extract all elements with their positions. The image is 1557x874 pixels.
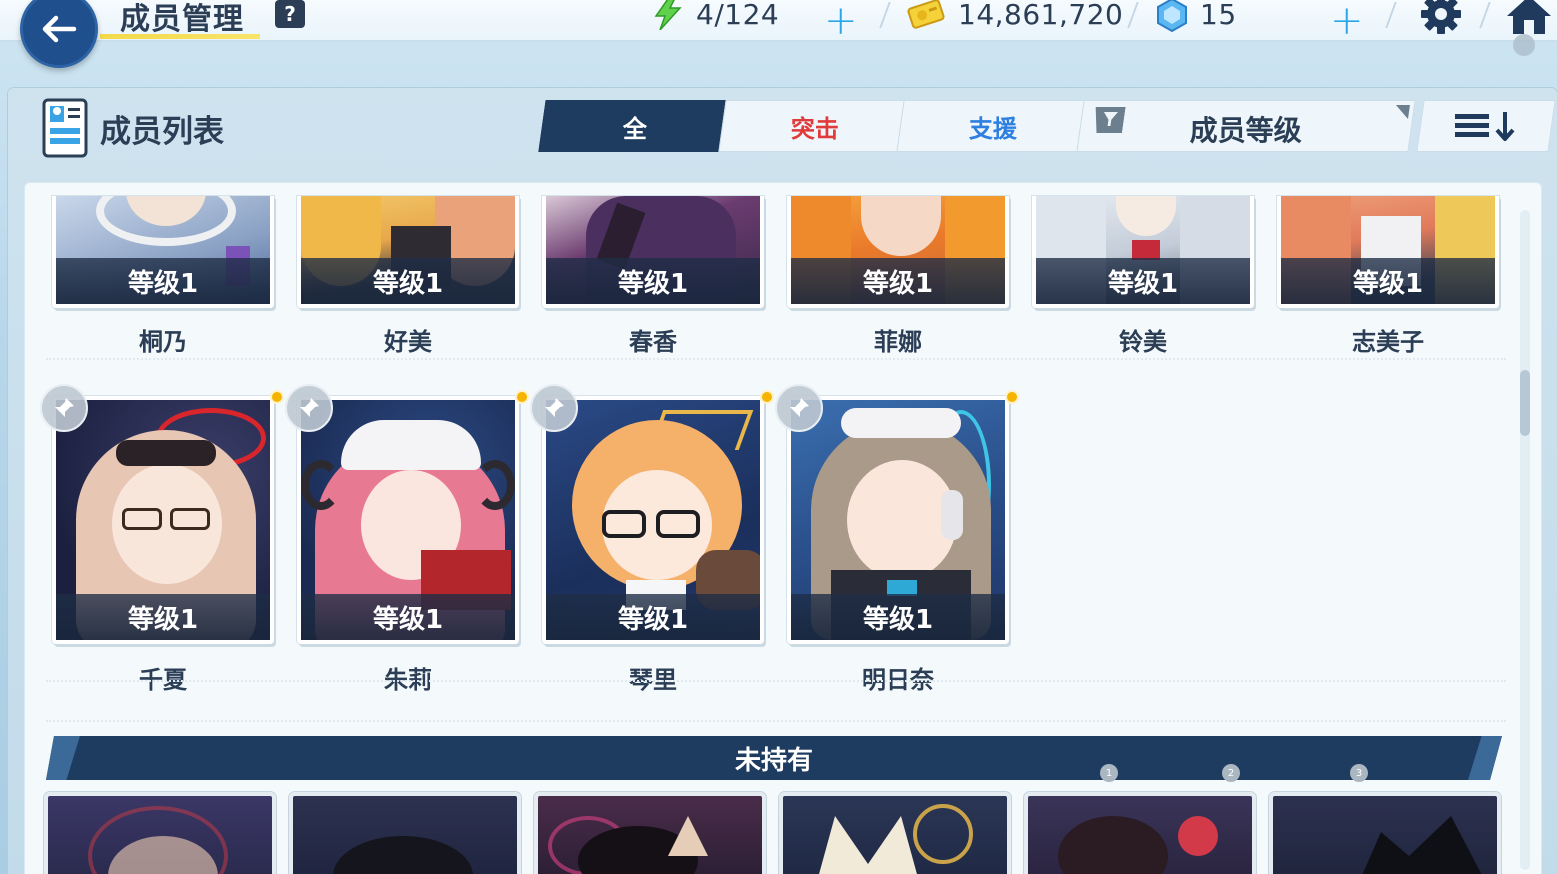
page-marker: 1 <box>1100 764 1118 782</box>
lightning-icon <box>654 0 682 30</box>
level-badge: 等级1 <box>56 258 270 304</box>
tab-striker[interactable]: 突击 <box>718 100 911 152</box>
tab-label: 突击 <box>790 114 839 143</box>
filter-dropdown[interactable]: 成员等级 <box>1076 100 1416 152</box>
level-badge: 等级1 <box>546 594 760 640</box>
level-badge: 等级1 <box>1036 258 1250 304</box>
tab-label: 支援 <box>968 114 1017 143</box>
tab-special[interactable]: 支援 <box>896 100 1089 152</box>
filter-label: 成员等级 <box>1189 114 1302 147</box>
member-name: 铃美 <box>1119 328 1167 356</box>
divider <box>879 2 891 28</box>
gems-value: 15 <box>1200 0 1237 31</box>
member-name: 菲娜 <box>874 328 922 356</box>
credits-value: 14,861,720 <box>958 0 1124 31</box>
arrow-left-icon <box>42 15 77 43</box>
page-title: 成员管理 <box>120 2 244 37</box>
gear-icon[interactable] <box>1418 0 1464 34</box>
level-badge: 等级1 <box>791 594 1005 640</box>
dropdown-corner-icon <box>1393 105 1410 119</box>
credits-counter: 14,861,720 <box>958 0 1123 32</box>
tab-all[interactable]: 全 <box>538 100 731 152</box>
add-gems-icon[interactable]: + <box>1330 0 1364 44</box>
divider <box>1385 2 1397 28</box>
member-name: 志美子 <box>1352 328 1424 356</box>
divider <box>1127 2 1139 28</box>
locked-member-card[interactable] <box>289 792 521 874</box>
locked-member-card[interactable] <box>779 792 1011 874</box>
member-portrait: 等级1 <box>1032 196 1254 308</box>
pin-icon[interactable] <box>285 384 333 432</box>
type-tabs: 全 突击 支援 <box>538 100 1089 152</box>
member-portrait: 等级1 <box>297 196 519 308</box>
help-icon[interactable]: ? <box>275 0 305 28</box>
new-indicator <box>515 390 529 404</box>
divider <box>1479 2 1491 28</box>
gems-counter: 15 <box>1200 0 1237 32</box>
pin-icon[interactable] <box>775 384 823 432</box>
member-portrait: 等级1 <box>787 396 1009 644</box>
member-portrait: 等级1 <box>1277 196 1499 308</box>
tab-label: 全 <box>622 114 647 143</box>
member-name: 春香 <box>629 328 677 356</box>
scrollbar[interactable] <box>1520 210 1530 870</box>
pin-icon[interactable] <box>40 384 88 432</box>
pin-icon[interactable] <box>530 384 578 432</box>
level-badge: 等级1 <box>791 258 1005 304</box>
scrollbar-thumb[interactable] <box>1520 370 1530 436</box>
member-name: 琴里 <box>629 666 677 694</box>
page-marker: 3 <box>1350 764 1368 782</box>
member-portrait: 等级1 <box>542 396 764 644</box>
member-name: 朱莉 <box>384 666 432 694</box>
level-badge: 等级1 <box>56 594 270 640</box>
panel-title: 成员列表 <box>100 114 224 150</box>
locked-member-card[interactable] <box>1269 792 1501 874</box>
member-portrait: 等级1 <box>297 396 519 644</box>
sort-descending-icon <box>1455 112 1515 141</box>
ap-counter: 4/124 <box>696 0 779 32</box>
row-divider <box>46 358 1506 360</box>
new-indicator <box>1005 390 1019 404</box>
panel-header: 成员列表 全 突击 支援 成员等级 <box>8 88 1557 166</box>
row-divider <box>46 720 1506 722</box>
new-indicator <box>270 390 284 404</box>
level-badge: 等级1 <box>301 258 515 304</box>
member-portrait: 等级1 <box>787 196 1009 308</box>
locked-member-card[interactable] <box>44 792 276 874</box>
top-bar: 成员管理 ? 4/124 + 14,861,720 15 + <box>0 0 1557 44</box>
locked-member-card[interactable] <box>534 792 766 874</box>
new-indicator <box>760 390 774 404</box>
home-icon[interactable] <box>1505 0 1553 34</box>
not-owned-header: 未持有 <box>46 736 1502 780</box>
member-card-icon <box>42 98 88 158</box>
member-grid[interactable]: 等级1 桐乃 等级1 好美 等级1 春香 等级1 菲娜 等级1 铃美 等级1 志… <box>24 182 1542 874</box>
ap-value: 4/124 <box>696 0 780 31</box>
add-ap-icon[interactable]: + <box>824 0 858 44</box>
member-portrait: 等级1 <box>52 196 274 308</box>
member-name: 好美 <box>384 328 432 356</box>
gem-icon <box>1157 0 1187 32</box>
level-badge: 等级1 <box>1281 258 1495 304</box>
page-marker: 2 <box>1222 764 1240 782</box>
level-badge: 等级1 <box>546 258 760 304</box>
member-name: 千夏 <box>139 666 187 694</box>
member-portrait: 等级1 <box>542 196 764 308</box>
sort-order-button[interactable] <box>1416 100 1556 152</box>
locked-member-card[interactable] <box>1024 792 1256 874</box>
level-badge: 等级1 <box>301 594 515 640</box>
member-name: 明日奈 <box>862 666 934 694</box>
member-portrait: 等级1 <box>52 396 274 644</box>
member-name: 桐乃 <box>139 328 187 356</box>
back-button[interactable] <box>20 0 98 68</box>
credit-coin-icon <box>907 0 945 29</box>
row-divider <box>46 680 1506 682</box>
floating-dot[interactable] <box>1513 34 1535 56</box>
